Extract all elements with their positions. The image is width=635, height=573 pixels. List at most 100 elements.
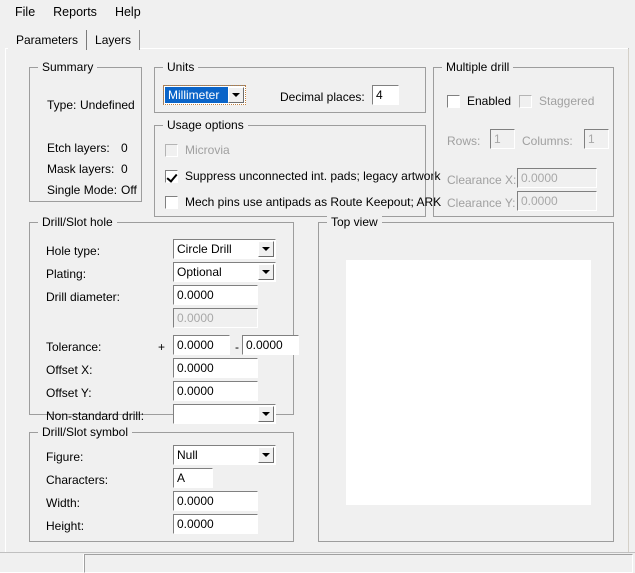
tab-strip: Parameters Layers	[8, 30, 141, 50]
hole-type-combobox[interactable]: Circle Drill	[173, 239, 276, 259]
parameters-tab-page: Summary Type: Undefined Etch layers: 0 M…	[5, 48, 629, 568]
figure-combobox[interactable]: Null	[173, 445, 276, 465]
non-standard-drill-value	[174, 405, 258, 423]
drill-slot-hole-group: Drill/Slot hole Hole type: Circle Drill …	[29, 215, 299, 424]
checkbox-box	[165, 169, 178, 183]
tab-parameters[interactable]: Parameters	[8, 30, 88, 50]
summary-mask-layers-value: 0	[121, 162, 128, 176]
rows-value: 1	[494, 132, 501, 146]
offset-x-value: 0.0000	[177, 361, 214, 375]
offset-y-value: 0.0000	[177, 384, 214, 398]
tab-layers[interactable]: Layers	[87, 30, 141, 50]
drill-slot-symbol-group-label: Drill/Slot symbol	[38, 425, 133, 439]
drill-slot-hole-group-label: Drill/Slot hole	[38, 215, 117, 229]
suppress-unconnected-pads-label: Suppress unconnected int. pads; legacy a…	[185, 169, 441, 183]
symbol-height-label: Height:	[46, 519, 85, 533]
multiple-drill-staggered-checkbox[interactable]: Staggered	[519, 94, 594, 108]
figure-value: Null	[177, 448, 198, 462]
mech-pins-antipads-checkbox[interactable]: Mech pins use antipads as Route Keepout;…	[165, 195, 441, 209]
symbol-width-value: 0.0000	[177, 494, 214, 508]
chevron-down-icon[interactable]	[258, 264, 274, 280]
plating-combobox[interactable]: Optional	[173, 262, 276, 282]
summary-single-mode-label: Single Mode:	[47, 183, 118, 197]
decimal-places-input[interactable]: 4	[372, 85, 399, 105]
clearance-x-input[interactable]: 0.0000	[517, 168, 597, 188]
summary-type-label: Type:	[47, 98, 77, 112]
units-group-label: Units	[163, 60, 199, 74]
offset-x-input[interactable]: 0.0000	[173, 358, 258, 378]
figure-label: Figure:	[46, 450, 84, 464]
chevron-down-icon[interactable]	[228, 87, 244, 103]
tolerance-minus-input[interactable]: 0.0000	[242, 335, 299, 355]
top-view-group: Top view	[318, 215, 614, 542]
columns-label: Columns:	[522, 134, 573, 148]
drill-diameter-label: Drill diameter:	[46, 290, 121, 304]
clearance-y-label: Clearance Y:	[447, 196, 516, 210]
characters-value: A	[177, 471, 186, 485]
plating-value: Optional	[177, 265, 222, 279]
checkbox-box	[165, 195, 178, 209]
menu-item-reports[interactable]: Reports	[44, 2, 106, 22]
summary-group: Summary Type: Undefined Etch layers: 0 M…	[29, 60, 142, 202]
chevron-down-icon[interactable]	[258, 406, 274, 422]
microvia-checkbox[interactable]: Microvia	[165, 143, 230, 157]
clearance-x-value: 0.0000	[521, 171, 558, 185]
symbol-height-value: 0.0000	[177, 517, 214, 531]
microvia-checkbox-label: Microvia	[185, 143, 230, 157]
rows-input[interactable]: 1	[490, 129, 515, 149]
status-bar	[0, 552, 635, 573]
offset-x-label: Offset X:	[46, 363, 93, 377]
summary-type-value: Undefined	[80, 98, 135, 112]
summary-etch-layers-value: 0	[121, 141, 128, 155]
characters-label: Characters:	[46, 473, 109, 487]
top-view-canvas[interactable]	[346, 260, 591, 505]
columns-value: 1	[588, 132, 595, 146]
tolerance-minus-sign: -	[235, 340, 239, 354]
offset-y-label: Offset Y:	[46, 386, 92, 400]
mech-pins-antipads-label: Mech pins use antipads as Route Keepout;…	[185, 195, 442, 209]
tolerance-label: Tolerance:	[46, 340, 102, 354]
summary-etch-layers-label: Etch layers:	[47, 141, 110, 155]
drill-diameter-value: 0.0000	[177, 288, 214, 302]
multiple-drill-enabled-checkbox[interactable]: Enabled	[447, 94, 511, 108]
decimal-places-label: Decimal places:	[280, 90, 365, 104]
tolerance-plus-input[interactable]: 0.0000	[173, 335, 230, 355]
hole-type-value: Circle Drill	[177, 242, 232, 256]
drill-diameter-input[interactable]: 0.0000	[173, 285, 258, 305]
chevron-down-icon[interactable]	[258, 447, 274, 463]
status-bar-right-pane	[84, 554, 633, 573]
units-combobox-value: Millimeter	[165, 87, 228, 103]
clearance-y-value: 0.0000	[521, 194, 558, 208]
symbol-height-input[interactable]: 0.0000	[173, 514, 258, 534]
drill-diameter-secondary-input[interactable]: 0.0000	[173, 308, 258, 328]
status-bar-left-pane	[0, 554, 84, 573]
suppress-unconnected-pads-checkbox[interactable]: Suppress unconnected int. pads; legacy a…	[165, 169, 440, 183]
non-standard-drill-label: Non-standard drill:	[46, 409, 145, 423]
tolerance-plus-sign: +	[158, 340, 166, 354]
tolerance-plus-value: 0.0000	[177, 338, 214, 352]
usage-options-group: Usage options Microvia Suppress unconnec…	[154, 118, 441, 217]
checkbox-box	[165, 143, 178, 157]
units-combobox[interactable]: Millimeter	[163, 85, 246, 105]
offset-y-input[interactable]: 0.0000	[173, 381, 258, 401]
drill-slot-symbol-group: Drill/Slot symbol Figure: Null Character…	[29, 425, 294, 542]
clearance-y-input[interactable]: 0.0000	[517, 191, 597, 211]
symbol-width-input[interactable]: 0.0000	[173, 491, 258, 511]
hole-type-label: Hole type:	[46, 244, 101, 258]
rows-label: Rows:	[447, 134, 481, 148]
checkbox-box	[519, 94, 532, 108]
menu-item-file[interactable]: File	[6, 2, 44, 22]
chevron-down-icon[interactable]	[258, 241, 274, 257]
menu-bar: File Reports Help	[0, 0, 635, 24]
menu-item-help[interactable]: Help	[106, 2, 150, 22]
symbol-width-label: Width:	[46, 496, 81, 510]
multiple-drill-group-label: Multiple drill	[442, 60, 514, 74]
multiple-drill-enabled-label: Enabled	[467, 94, 512, 108]
usage-options-group-label: Usage options	[163, 118, 248, 132]
characters-input[interactable]: A	[173, 468, 213, 488]
checkbox-box	[447, 94, 460, 108]
non-standard-drill-combobox[interactable]	[173, 404, 276, 424]
summary-group-label: Summary	[38, 60, 98, 74]
columns-input[interactable]: 1	[584, 129, 609, 149]
multiple-drill-group: Multiple drill Enabled Staggered Rows: 1…	[433, 60, 614, 217]
